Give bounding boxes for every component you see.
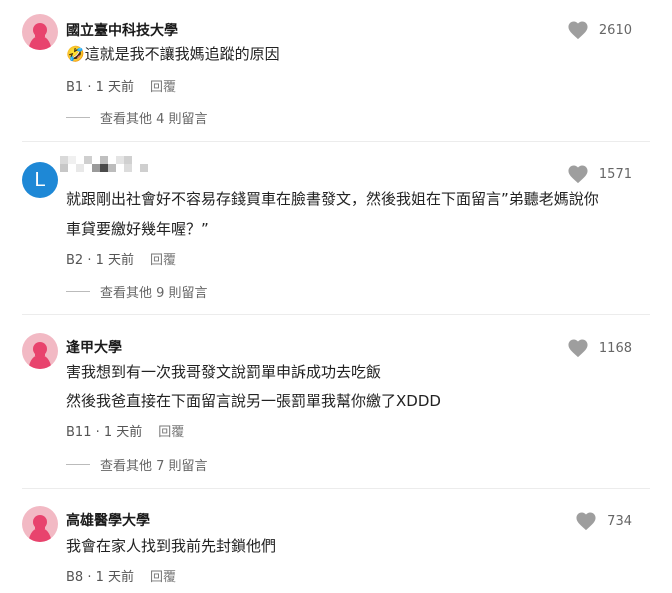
like-count: 2610	[598, 22, 632, 38]
view-more-replies[interactable]: 查看其他 9 則留言	[66, 282, 208, 301]
like-count: 1571	[598, 166, 632, 182]
heart-icon	[568, 21, 588, 40]
like-count: 734	[607, 513, 632, 529]
comment-author[interactable]: 逢甲大學	[66, 337, 122, 357]
avatar[interactable]	[22, 333, 58, 369]
comment-time: 1 天前	[95, 253, 135, 268]
user-silhouette-icon	[28, 23, 52, 50]
avatar-letter: L	[34, 168, 46, 191]
comment-time: 1 天前	[95, 80, 135, 95]
divider-line	[66, 464, 90, 465]
comment-divider	[22, 488, 650, 489]
floor-number: B2	[66, 253, 84, 268]
comment-text: 害我想到有一次我哥發文說罰單申訴成功去吃飯	[66, 363, 382, 381]
comment-time: 1 天前	[103, 425, 143, 440]
view-more-label: 查看其他 7 則留言	[100, 459, 208, 474]
comment-text: 🤣這就是我不讓我媽追蹤的原因	[66, 45, 280, 63]
reply-button[interactable]: 回覆	[158, 425, 184, 440]
like-button[interactable]: 1571	[567, 164, 632, 184]
heart-icon	[568, 339, 588, 358]
heart-icon	[568, 165, 588, 184]
floor-number: B8	[66, 570, 84, 585]
comment-text: 我會在家人找到我前先封鎖他們	[66, 537, 277, 555]
user-silhouette-icon	[28, 515, 52, 542]
comment-time: 1 天前	[95, 570, 135, 585]
avatar[interactable]	[22, 14, 58, 50]
like-button[interactable]: 1168	[567, 338, 632, 358]
comment-meta: B2 · 1 天前 回覆	[66, 253, 177, 268]
divider-line	[66, 117, 90, 118]
comment-meta: B1 · 1 天前 回覆	[66, 80, 177, 95]
comment-meta: B11 · 1 天前 回覆	[66, 425, 185, 440]
comment-divider	[22, 314, 650, 315]
view-more-replies[interactable]: 查看其他 4 則留言	[66, 108, 208, 127]
comment-text: 車貸要繳好幾年喔？”	[66, 220, 209, 238]
comment-author[interactable]: 高雄醫學大學	[66, 510, 150, 530]
comment-text: 然後我爸直接在下面留言說另一張罰單我幫你繳了XDDD	[66, 392, 441, 410]
like-count: 1168	[598, 340, 632, 356]
comment-text: 就跟剛出社會好不容易存錢買車在臉書發文，然後我姐在下面留言”弟聽老媽說你	[66, 190, 599, 208]
like-button[interactable]: 2610	[567, 20, 632, 40]
view-more-label: 查看其他 9 則留言	[100, 286, 208, 301]
heart-icon	[576, 512, 596, 531]
like-button[interactable]: 734	[575, 511, 632, 531]
avatar[interactable]	[22, 506, 58, 542]
comment-meta: B8 · 1 天前 回覆	[66, 570, 177, 585]
user-silhouette-icon	[28, 342, 52, 369]
floor-number: B11	[66, 425, 92, 440]
view-more-replies[interactable]: 查看其他 7 則留言	[66, 455, 208, 474]
comment-author[interactable]: 國立臺中科技大學	[66, 20, 178, 40]
reply-button[interactable]: 回覆	[150, 253, 176, 268]
reply-button[interactable]: 回覆	[150, 570, 176, 585]
divider-line	[66, 291, 90, 292]
avatar[interactable]: L	[22, 162, 58, 198]
comment-divider	[22, 141, 650, 142]
reply-button[interactable]: 回覆	[150, 80, 176, 95]
view-more-label: 查看其他 4 則留言	[100, 112, 208, 127]
floor-number: B1	[66, 80, 84, 95]
